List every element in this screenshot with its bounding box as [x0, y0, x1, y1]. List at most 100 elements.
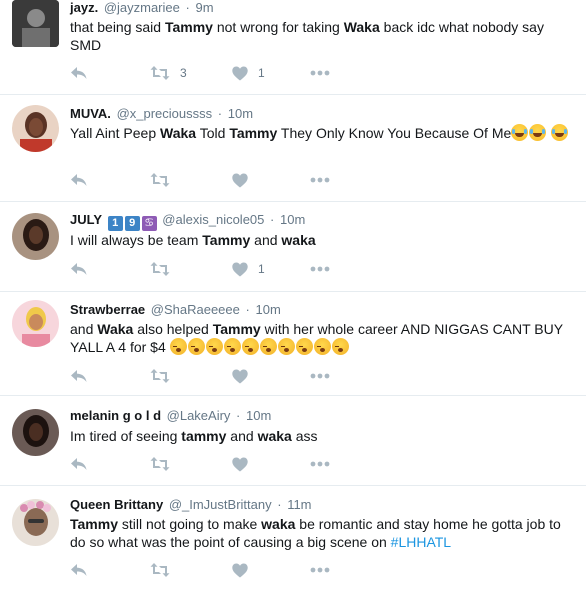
sleeping-emoji-icon	[259, 338, 277, 355]
like-button[interactable]	[232, 170, 258, 190]
heart-icon	[232, 369, 248, 383]
tweet[interactable]: Strawberrae @ShaRaeeeee · 10m and Waka a…	[0, 292, 586, 396]
text-part: ass	[291, 428, 318, 444]
more-options-button[interactable]	[310, 366, 330, 386]
display-name[interactable]: jayz.	[70, 0, 98, 15]
timestamp[interactable]: 10m	[280, 212, 305, 227]
text-part-bold: waka	[257, 428, 292, 444]
retweet-button[interactable]	[150, 259, 180, 279]
user-handle[interactable]: @ShaRaeeeee	[151, 302, 240, 317]
text-part: also helped	[133, 321, 213, 337]
number-nine-emoji-icon: 9	[124, 216, 140, 231]
tweet-actions: 3 1	[70, 63, 370, 83]
retweet-button[interactable]	[150, 560, 180, 580]
avatar[interactable]	[12, 105, 59, 152]
more-options-button[interactable]	[310, 63, 330, 83]
reply-button[interactable]	[70, 366, 88, 386]
text-part: Yall Aint Peep	[70, 125, 161, 141]
display-name[interactable]: melanin g o l d	[70, 408, 161, 423]
cancer-sign-emoji-icon: ♋	[141, 216, 157, 231]
tweet[interactable]: MUVA. @x_precioussss · 10m Yall Aint Pee…	[0, 95, 586, 202]
tweet[interactable]: jayz. @jayzmariee · 9m that being said T…	[0, 0, 586, 95]
timestamp[interactable]: 9m	[195, 0, 213, 15]
more-options-button[interactable]	[310, 454, 330, 474]
text-part: Im tired of seeing	[70, 428, 182, 444]
retweet-icon	[150, 369, 170, 383]
retweet-button[interactable]	[150, 170, 180, 190]
like-button[interactable]	[232, 560, 258, 580]
like-count: 1	[258, 262, 265, 276]
tweet[interactable]: Queen Brittany @_ImJustBrittany · 11m Ta…	[0, 486, 586, 597]
user-handle[interactable]: @LakeAiry	[167, 408, 231, 423]
display-name[interactable]: Queen Brittany	[70, 497, 163, 512]
reply-button[interactable]	[70, 560, 88, 580]
like-button[interactable]	[232, 366, 258, 386]
sleeping-emoji-icon	[277, 338, 295, 355]
more-options-button[interactable]	[310, 560, 330, 580]
avatar[interactable]	[12, 499, 59, 546]
text-part: I will always be team	[70, 232, 203, 248]
text-part: and	[250, 232, 282, 248]
like-button[interactable]	[232, 454, 258, 474]
text-part: that being said	[70, 19, 165, 35]
more-options-button[interactable]	[310, 259, 330, 279]
text-part-bold: Waka	[343, 19, 380, 35]
reply-button[interactable]	[70, 63, 88, 83]
number-one-emoji-icon: 1	[107, 216, 123, 231]
tweet-text: that being said Tammy not wrong for taki…	[70, 18, 578, 54]
more-options-button[interactable]	[310, 170, 330, 190]
sleeping-emoji-icon	[313, 338, 331, 355]
laughing-emoji-icon	[551, 124, 569, 141]
user-handle[interactable]: @x_precioussss	[117, 106, 213, 121]
like-button[interactable]: 1	[232, 259, 265, 279]
reply-button[interactable]	[70, 170, 88, 190]
text-part-bold: Tammy	[212, 321, 261, 337]
sleeping-emoji-icon	[241, 338, 259, 355]
reply-button[interactable]	[70, 259, 88, 279]
avatar[interactable]	[12, 213, 59, 260]
display-name[interactable]: Strawberrae	[70, 302, 145, 317]
text-part-bold: waka	[261, 516, 296, 532]
more-icon	[310, 567, 330, 573]
text-part-bold: Tammy	[202, 232, 251, 248]
user-handle[interactable]: @_ImJustBrittany	[169, 497, 272, 512]
user-handle[interactable]: @alexis_nicole05	[162, 212, 264, 227]
retweet-icon	[150, 173, 170, 187]
user-handle[interactable]: @jayzmariee	[104, 0, 180, 15]
heart-icon	[232, 457, 248, 471]
timestamp[interactable]: 10m	[246, 408, 271, 423]
tweet[interactable]: JULY 1 9 ♋ @alexis_nicole05 · 10m I will a…	[0, 202, 586, 292]
timestamp[interactable]: 10m	[228, 106, 253, 121]
tweet-text: and Waka also helped Tammy with her whol…	[70, 320, 578, 356]
retweet-button[interactable]	[150, 366, 180, 386]
avatar[interactable]	[12, 300, 59, 347]
tweet-actions: 1	[70, 259, 370, 279]
hashtag-link[interactable]: #LHHATL	[391, 534, 451, 550]
sleeping-emoji-icon	[331, 338, 349, 355]
dot-separator: ·	[217, 106, 223, 121]
tweet-header: melanin g o l d @LakeAiry · 10m	[70, 408, 271, 424]
avatar[interactable]	[12, 409, 59, 456]
tweet[interactable]: melanin g o l d @LakeAiry · 10m Im tired…	[0, 396, 586, 486]
reply-button[interactable]	[70, 454, 88, 474]
dot-separator: ·	[185, 0, 190, 15]
avatar[interactable]	[12, 0, 59, 47]
tweet-header: MUVA. @x_precioussss · 10m	[70, 106, 253, 122]
laughing-emoji-icon	[511, 124, 529, 141]
timestamp[interactable]: 10m	[255, 302, 280, 317]
display-name[interactable]: JULY	[70, 212, 102, 227]
text-part: They Only Know You Because Of Me	[277, 125, 512, 141]
laughing-emoji-icon	[529, 124, 547, 141]
reply-icon	[71, 370, 87, 382]
reply-icon	[71, 263, 87, 275]
like-button[interactable]: 1	[232, 63, 265, 83]
timestamp[interactable]: 11m	[287, 497, 311, 512]
retweet-icon	[150, 262, 170, 276]
heart-icon	[232, 262, 248, 276]
display-name[interactable]: MUVA.	[70, 106, 111, 121]
retweet-button[interactable]	[150, 454, 180, 474]
retweet-button[interactable]: 3	[150, 63, 187, 83]
tweet-actions	[70, 366, 370, 386]
retweet-icon	[150, 457, 170, 471]
like-count: 1	[258, 66, 265, 80]
